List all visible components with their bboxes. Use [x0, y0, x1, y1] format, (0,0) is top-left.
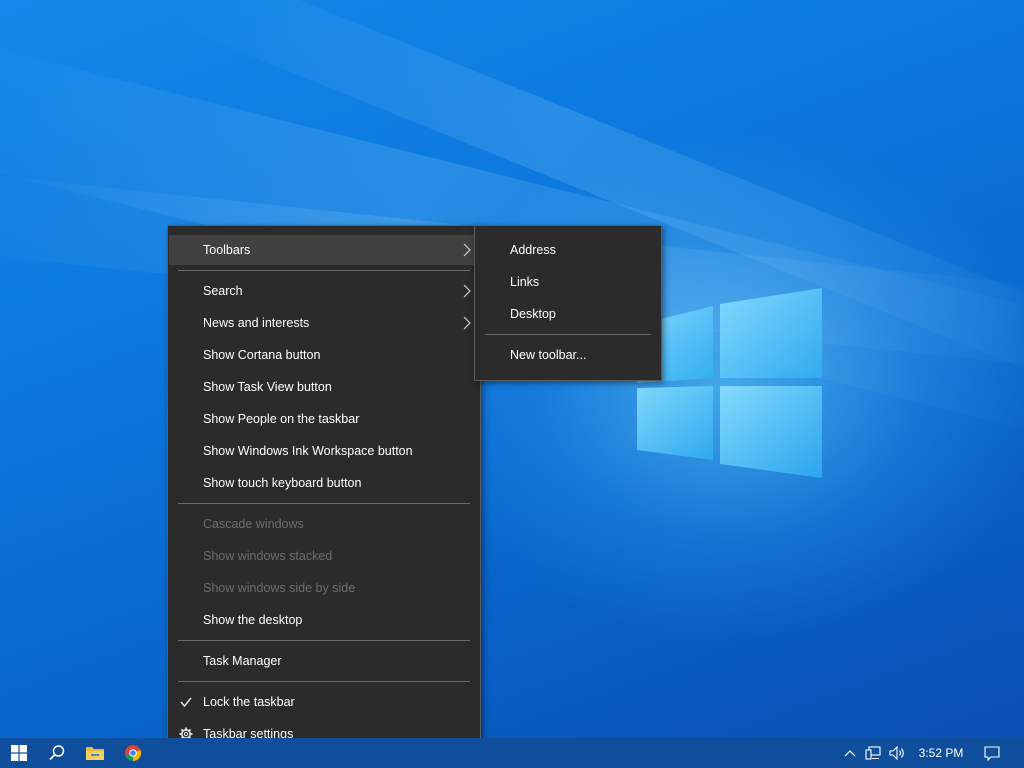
menu-separator: [485, 334, 651, 335]
menu-item-cascade-windows[interactable]: Cascade windows: [169, 509, 479, 539]
search-button[interactable]: [38, 738, 76, 768]
folder-icon: [86, 747, 104, 760]
menu-item-label: Toolbars: [203, 243, 251, 257]
menu-item-show-touch-keyboard[interactable]: Show touch keyboard button: [169, 468, 479, 498]
network-button[interactable]: [862, 738, 884, 768]
submenu-item-desktop[interactable]: Desktop: [476, 299, 660, 329]
menu-item-label: Show People on the taskbar: [203, 412, 360, 426]
checkmark-icon: [180, 697, 192, 708]
menu-item-label: Lock the taskbar: [203, 695, 295, 709]
menu-item-label: News and interests: [203, 316, 310, 330]
menu-item-label: Address: [510, 243, 556, 257]
menu-item-label: New toolbar...: [510, 348, 587, 362]
chevron-right-icon: [463, 284, 471, 298]
menu-separator: [178, 640, 470, 641]
taskbar[interactable]: 3:52 PM: [0, 738, 1024, 768]
toolbars-submenu: Address Links Desktop New toolbar...: [474, 225, 662, 381]
menu-item-windows-side-by-side[interactable]: Show windows side by side: [169, 573, 479, 603]
clock-time: 3:52 PM: [918, 746, 964, 760]
chevron-up-icon: [844, 750, 856, 757]
chevron-right-icon: [463, 243, 471, 257]
menu-item-label: Cascade windows: [203, 517, 304, 531]
menu-item-task-manager[interactable]: Task Manager: [169, 646, 479, 676]
menu-item-search[interactable]: Search: [169, 276, 479, 306]
submenu-item-address[interactable]: Address: [476, 235, 660, 265]
menu-item-label: Show windows side by side: [203, 581, 356, 595]
menu-item-show-people[interactable]: Show People on the taskbar: [169, 404, 479, 434]
menu-item-label: Show Cortana button: [203, 348, 321, 362]
menu-separator: [178, 503, 470, 504]
menu-item-label: Desktop: [510, 307, 556, 321]
menu-item-label: Links: [510, 275, 540, 289]
menu-item-label: Show Windows Ink Workspace button: [203, 444, 413, 458]
volume-button[interactable]: [886, 738, 910, 768]
menu-item-label: Task Manager: [203, 654, 282, 668]
submenu-item-new-toolbar[interactable]: New toolbar...: [476, 340, 660, 370]
menu-item-show-desktop[interactable]: Show the desktop: [169, 605, 479, 635]
menu-item-lock-taskbar[interactable]: Lock the taskbar: [169, 687, 479, 717]
submenu-item-links[interactable]: Links: [476, 267, 660, 297]
search-icon: [49, 745, 65, 761]
menu-separator: [178, 681, 470, 682]
show-hidden-icons-button[interactable]: [840, 738, 860, 768]
menu-separator: [178, 270, 470, 271]
menu-item-label: Show touch keyboard button: [203, 476, 362, 490]
menu-item-show-ink-workspace[interactable]: Show Windows Ink Workspace button: [169, 436, 479, 466]
network-icon: [865, 746, 881, 760]
menu-item-news-and-interests[interactable]: News and interests: [169, 308, 479, 338]
chrome-icon: [125, 745, 142, 762]
start-button[interactable]: [0, 738, 38, 768]
windows-start-icon: [11, 745, 27, 761]
taskbar-context-menu: Toolbars Search News and interests Show …: [167, 225, 481, 759]
menu-item-show-cortana[interactable]: Show Cortana button: [169, 340, 479, 370]
menu-item-label: Search: [203, 284, 243, 298]
action-center-button[interactable]: [978, 738, 1006, 768]
menu-item-toolbars[interactable]: Toolbars: [169, 235, 479, 265]
chevron-right-icon: [463, 316, 471, 330]
menu-item-windows-stacked[interactable]: Show windows stacked: [169, 541, 479, 571]
menu-item-show-task-view[interactable]: Show Task View button: [169, 372, 479, 402]
volume-icon: [889, 746, 904, 760]
menu-item-label: Show the desktop: [203, 613, 303, 627]
menu-item-label: Show Task View button: [203, 380, 332, 394]
clock[interactable]: 3:52 PM: [912, 738, 970, 768]
menu-item-label: Show windows stacked: [203, 549, 333, 563]
notification-icon: [984, 745, 1000, 761]
file-explorer-button[interactable]: [76, 738, 114, 768]
chrome-button[interactable]: [114, 738, 152, 768]
